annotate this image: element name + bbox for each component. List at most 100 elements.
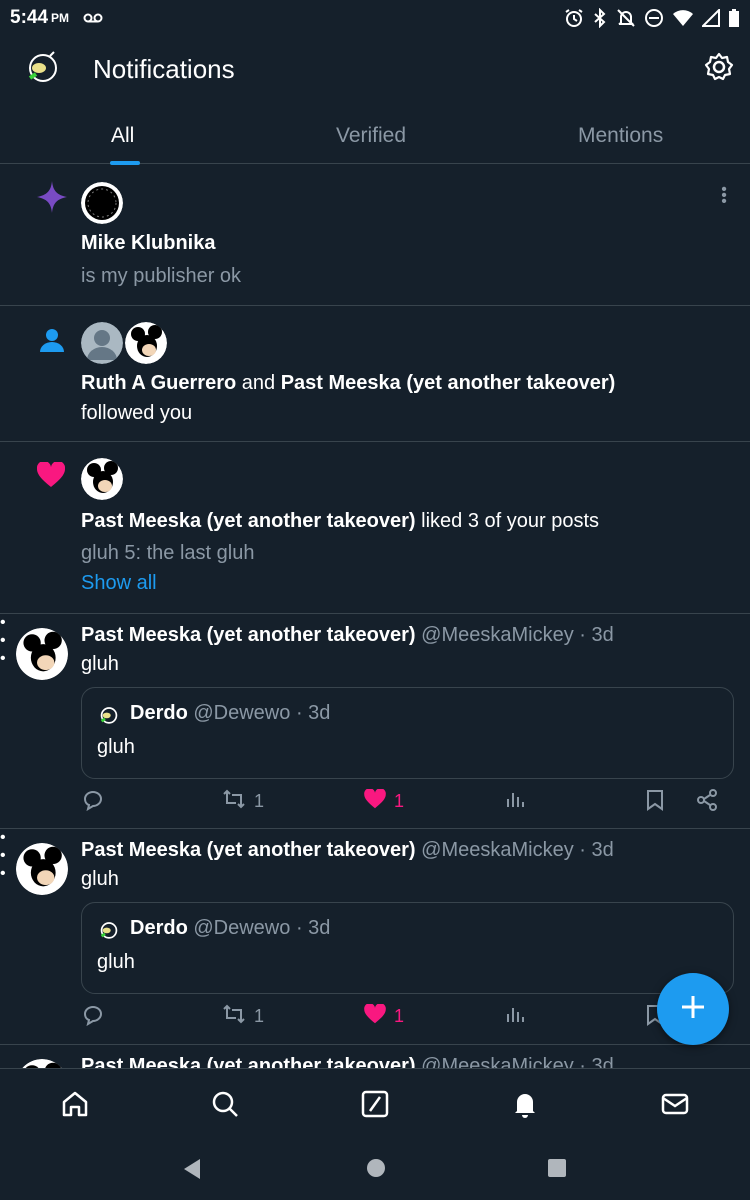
grok-icon[interactable] <box>360 1089 390 1119</box>
post-author[interactable]: Past Meeska (yet another takeover) <box>81 624 416 646</box>
analytics-icon <box>505 1004 525 1029</box>
tab-mentions[interactable]: Mentions <box>578 124 663 148</box>
app-logo-icon[interactable] <box>22 48 64 90</box>
plus-icon <box>680 994 706 1025</box>
status-bar: 5:44 PM <box>0 0 750 36</box>
notification-text: Ruth A Guerrero and Past Meeska (yet ano… <box>81 372 615 395</box>
analytics-icon <box>505 789 525 814</box>
views-button[interactable] <box>505 1004 525 1029</box>
notification-action: followed you <box>81 402 193 424</box>
notification-action: liked 3 of your posts <box>421 510 600 532</box>
notification-text: Past Meeska (yet another takeover) liked… <box>81 510 599 533</box>
like-count: 1 <box>394 791 405 811</box>
repost-icon <box>222 1004 246 1029</box>
share-button[interactable] <box>696 789 718 816</box>
avatar[interactable] <box>81 458 123 500</box>
recents-icon[interactable] <box>547 1158 567 1183</box>
post-age: 3d <box>591 624 614 646</box>
bookmark-icon <box>646 789 664 816</box>
avatar[interactable] <box>16 628 68 680</box>
avatar <box>97 919 121 943</box>
quoted-post[interactable]: Derdo @Dewewo · 3d gluh <box>81 902 734 994</box>
quote-text: gluh <box>97 736 135 758</box>
post-preview[interactable]: gluh 5: the last gluh <box>81 542 254 565</box>
home-button-icon[interactable] <box>366 1158 386 1183</box>
reply-icon <box>82 1004 104 1031</box>
like-button[interactable]: 1 <box>364 1003 404 1029</box>
heart-icon <box>36 460 66 493</box>
messages-icon[interactable] <box>660 1089 690 1119</box>
notification-user[interactable]: Past Meeska (yet another takeover) <box>281 372 616 394</box>
voicemail-icon <box>83 12 103 24</box>
gear-icon[interactable] <box>704 52 734 82</box>
notifications-off-icon <box>616 8 636 28</box>
tab-bar: All Verified Mentions <box>0 104 750 165</box>
page-title: Notifications <box>93 54 235 84</box>
repost-button[interactable]: 1 <box>222 789 264 814</box>
notification-user[interactable]: Past Meeska (yet another takeover) <box>81 510 416 532</box>
do-not-disturb-icon <box>644 8 664 28</box>
post-separator: · <box>579 624 586 646</box>
avatar[interactable] <box>16 843 68 895</box>
system-navigation <box>0 1140 750 1200</box>
sparkle-icon <box>37 181 67 218</box>
show-all-link[interactable]: Show all <box>81 572 157 595</box>
repost-button[interactable]: 1 <box>222 1004 264 1029</box>
post-item[interactable]: • • • Past Meeska (yet another takeover) @… <box>0 614 750 829</box>
repost-icon <box>222 789 246 814</box>
reply-button[interactable] <box>82 1004 112 1031</box>
share-icon <box>696 789 718 816</box>
notification-text: is my publisher ok <box>81 265 242 287</box>
reply-button[interactable] <box>82 789 112 816</box>
compose-button[interactable] <box>657 973 729 1045</box>
post-header: Past Meeska (yet another takeover) @Mees… <box>81 624 614 647</box>
notification-item[interactable]: Ruth A Guerrero and Past Meeska (yet ano… <box>0 306 750 442</box>
quoted-post[interactable]: Derdo @Dewewo · 3d gluh <box>81 687 734 779</box>
tab-all[interactable]: All <box>111 124 134 148</box>
post-handle[interactable]: @MeeskaMickey <box>421 839 574 861</box>
like-button[interactable]: 1 <box>364 788 405 814</box>
notification-item[interactable]: Past Meeska (yet another takeover) liked… <box>0 442 750 614</box>
quote-header: Derdo @Dewewo · 3d <box>130 917 330 940</box>
reply-icon <box>82 789 104 816</box>
post-header: Past Meeska (yet another takeover) @Mees… <box>81 839 614 862</box>
avatar[interactable] <box>81 322 123 364</box>
quote-handle: @Dewewo <box>193 917 291 939</box>
more-options-icon[interactable]: • • • <box>720 182 728 210</box>
notifications-icon[interactable] <box>510 1089 540 1119</box>
quote-text: gluh <box>97 951 135 973</box>
quote-handle: @Dewewo <box>193 702 291 724</box>
avatar[interactable] <box>81 182 123 224</box>
notification-author[interactable]: Mike Klubnika <box>81 232 215 255</box>
post-actions: 1 1 <box>0 1003 750 1034</box>
bookmark-button[interactable] <box>646 789 664 816</box>
quote-age: 3d <box>308 917 331 939</box>
post-text: gluh <box>81 868 119 890</box>
wifi-icon <box>672 9 694 27</box>
home-icon[interactable] <box>60 1089 90 1119</box>
battery-icon <box>728 8 740 28</box>
post-separator: · <box>579 839 586 861</box>
notification-item[interactable]: • • • Mike Klubnika is my publisher ok <box>0 165 750 306</box>
post-author[interactable]: Past Meeska (yet another takeover) <box>81 839 416 861</box>
quote-author: Derdo <box>130 702 188 724</box>
bottom-navigation <box>0 1068 750 1140</box>
quote-header: Derdo @Dewewo · 3d <box>130 702 330 725</box>
bluetooth-icon <box>592 8 608 28</box>
post-actions: 1 1 <box>0 788 750 819</box>
post-age: 3d <box>591 839 614 861</box>
notification-user[interactable]: Ruth A Guerrero <box>81 372 236 394</box>
back-icon[interactable] <box>182 1158 202 1185</box>
signal-icon <box>702 9 720 27</box>
notifications-feed[interactable]: • • • Mike Klubnika is my publisher ok Rut… <box>0 165 750 1085</box>
views-button[interactable] <box>505 789 525 814</box>
post-handle[interactable]: @MeeskaMickey <box>421 624 574 646</box>
post-item[interactable]: • • • Past Meeska (yet another takeover) @… <box>0 829 750 1045</box>
tab-verified[interactable]: Verified <box>336 124 406 148</box>
app-header: Notifications <box>0 36 750 102</box>
quote-separator: · <box>295 917 303 939</box>
repost-count: 1 <box>254 791 265 811</box>
repost-count: 1 <box>254 1006 265 1026</box>
search-icon[interactable] <box>210 1089 240 1119</box>
avatar[interactable] <box>125 322 167 364</box>
